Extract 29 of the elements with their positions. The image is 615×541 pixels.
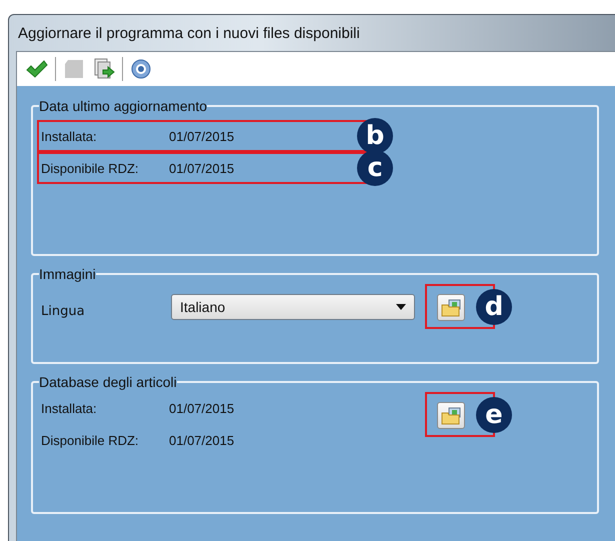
callout-badge: d bbox=[476, 288, 512, 324]
date-value: 01/07/2015 bbox=[169, 400, 234, 416]
group-title: Data ultimo aggiornamento bbox=[39, 98, 208, 114]
field-label: Disponibile RDZ: bbox=[40, 160, 140, 176]
document-arrow-icon bbox=[93, 58, 115, 80]
callout-badge: c bbox=[357, 150, 394, 186]
folder-button[interactable] bbox=[437, 402, 465, 429]
square-icon bbox=[64, 59, 84, 79]
field-label: Lingua bbox=[40, 304, 86, 319]
callout-badge: b bbox=[357, 118, 394, 154]
folder-image-icon bbox=[441, 406, 461, 424]
date-value: 01/07/2015 bbox=[169, 160, 234, 176]
group-title: Immagini bbox=[39, 266, 96, 282]
date-value: 01/07/2015 bbox=[169, 128, 234, 144]
folder-image-icon bbox=[441, 298, 461, 316]
toolbar-button[interactable] bbox=[92, 57, 116, 81]
field-label: Disponibile RDZ: bbox=[40, 432, 140, 448]
toolbar-button[interactable] bbox=[129, 57, 153, 81]
date-value: 01/07/2015 bbox=[169, 432, 234, 448]
field-label: Installata: bbox=[40, 400, 98, 416]
group-title: Database degli articoli bbox=[39, 374, 177, 390]
language-dropdown[interactable]: Italiano bbox=[171, 294, 415, 320]
folder-button[interactable] bbox=[437, 294, 465, 321]
window-title: Aggiornare il programma con i nuovi files disponibili bbox=[17, 24, 361, 44]
help-icon bbox=[131, 59, 151, 79]
checkmark-icon bbox=[26, 60, 48, 78]
caret-icon bbox=[396, 304, 406, 310]
field-label: Installata: bbox=[40, 128, 98, 144]
callout-badge: e bbox=[476, 396, 512, 432]
